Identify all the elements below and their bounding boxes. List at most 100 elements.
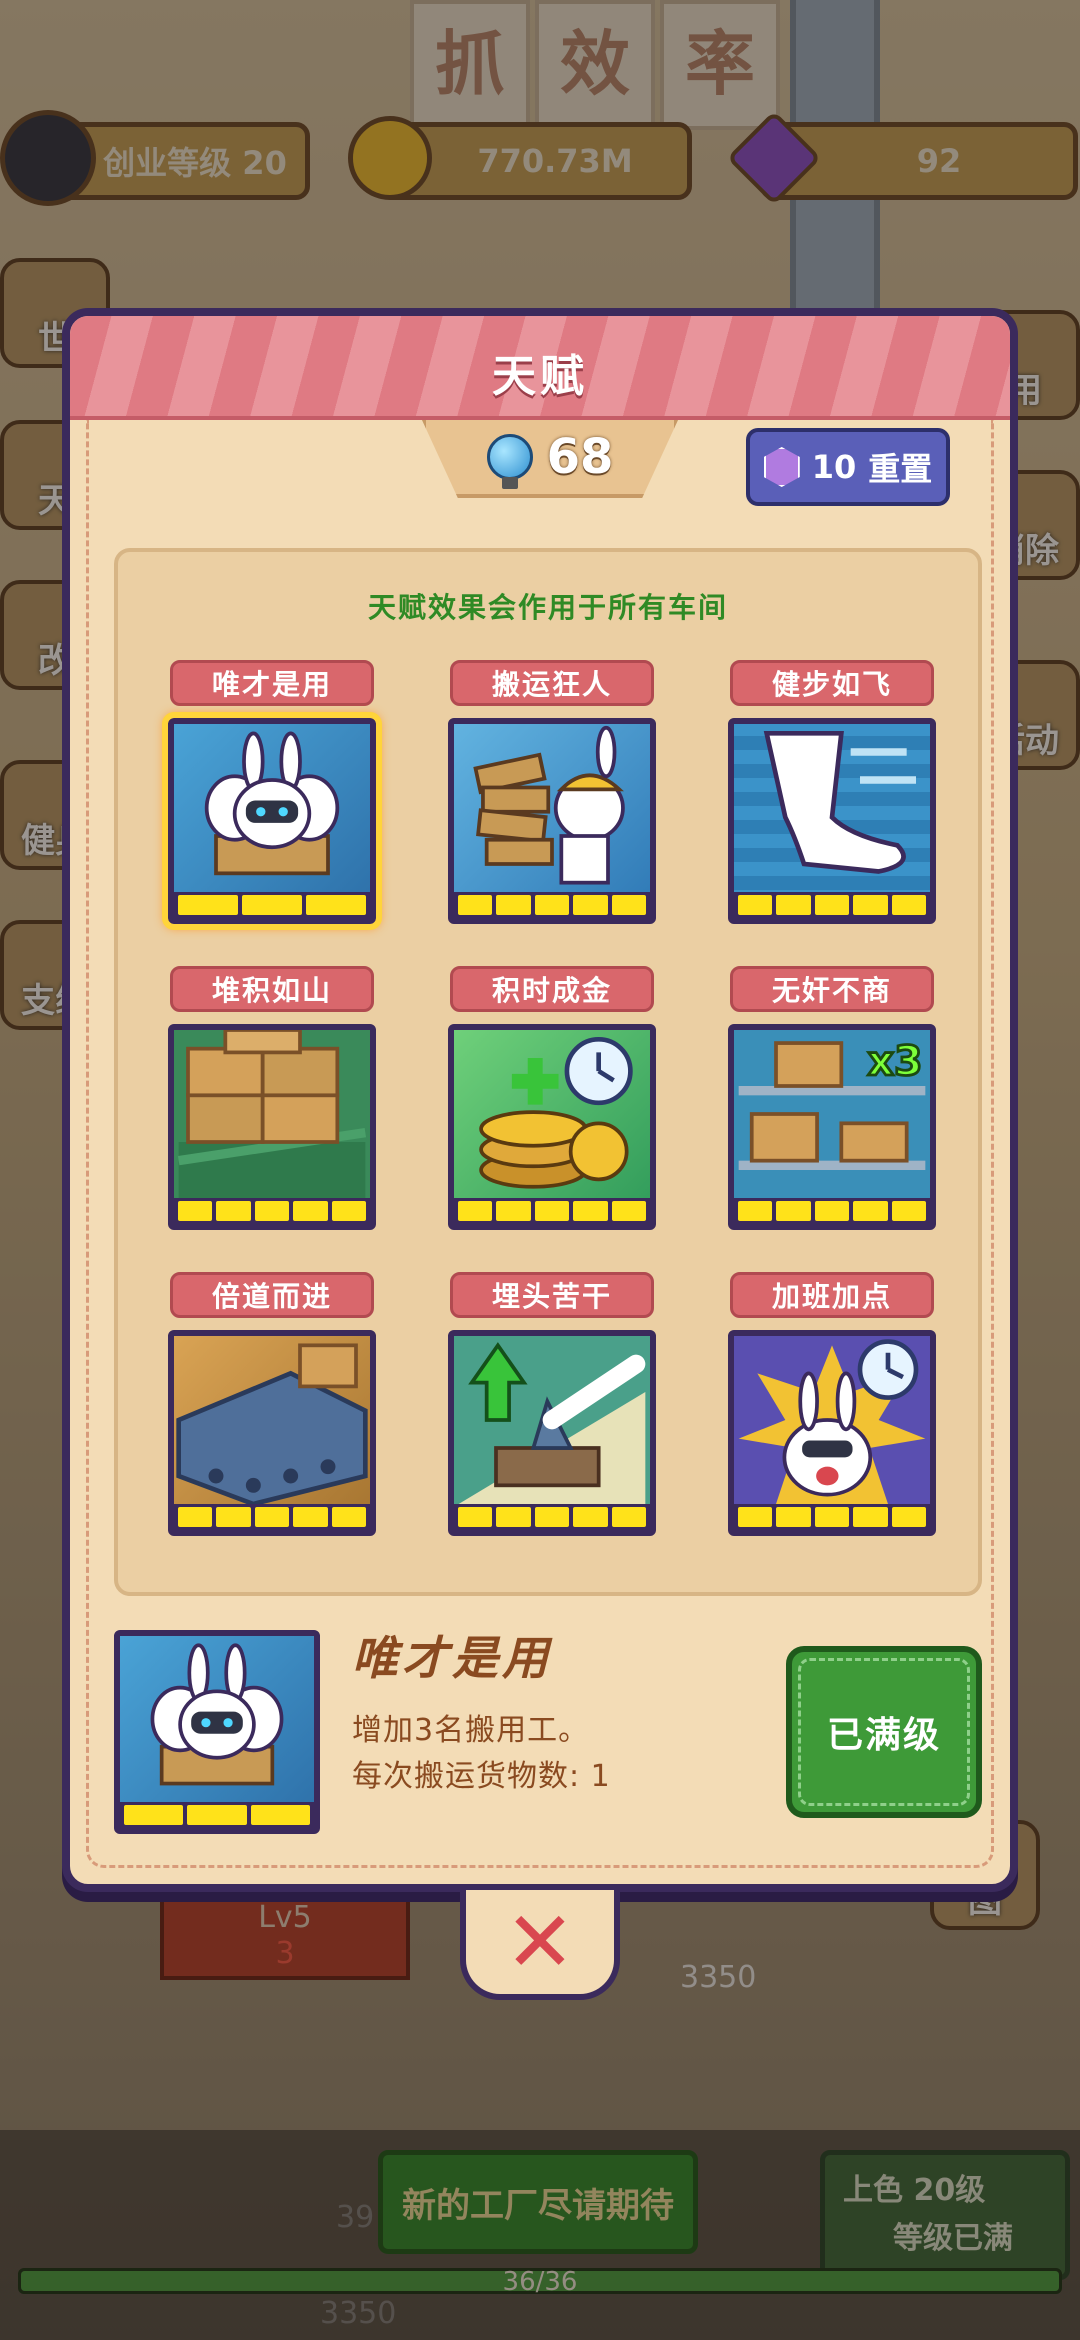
level-segment xyxy=(611,1507,647,1527)
level-bar xyxy=(174,1504,370,1530)
talent-card[interactable] xyxy=(168,1330,376,1536)
talent-label: 加班加点 xyxy=(730,1272,934,1318)
level-segment xyxy=(573,1507,608,1527)
max-level-button[interactable]: 已满级 xyxy=(786,1646,982,1818)
talent-card[interactable] xyxy=(448,718,656,924)
level-segment xyxy=(776,895,811,915)
level-segment xyxy=(891,895,927,915)
talent-note: 天赋效果会作用于所有车间 xyxy=(367,591,728,624)
level-segment xyxy=(853,1507,888,1527)
level-segment xyxy=(331,1507,367,1527)
level-segment xyxy=(611,1201,647,1221)
level-bar xyxy=(734,1504,930,1530)
lightbulb-icon xyxy=(486,434,533,489)
talent-item[interactable]: 埋头苦干 xyxy=(446,1272,658,1536)
talent-item[interactable]: 唯才是用 xyxy=(162,660,382,930)
level-segment xyxy=(573,895,608,915)
rabbit-robot-icon xyxy=(120,1636,314,1802)
x3-badge: x3 xyxy=(867,1037,922,1085)
level-segment xyxy=(216,1507,251,1527)
level-segment xyxy=(496,1201,531,1221)
level-segment xyxy=(891,1507,927,1527)
level-segment xyxy=(534,1507,570,1527)
talent-card[interactable] xyxy=(448,1024,656,1230)
level-bar xyxy=(120,1802,314,1828)
selected-talent-name: 唯才是用 xyxy=(352,1631,552,1685)
talent-item[interactable]: 倍道而进 xyxy=(166,1272,378,1536)
talent-points: 68 xyxy=(422,420,678,498)
level-segment xyxy=(306,895,366,915)
level-segment xyxy=(216,1201,251,1221)
level-segment xyxy=(853,1201,888,1221)
level-segment xyxy=(331,1201,367,1221)
talent-card[interactable] xyxy=(728,718,936,924)
level-segment xyxy=(293,1201,328,1221)
coins-clock-icon xyxy=(454,1030,650,1198)
reset-cost: 10 xyxy=(811,448,857,486)
level-segment xyxy=(496,1507,531,1527)
talent-card[interactable] xyxy=(168,1024,376,1230)
level-segment xyxy=(738,1507,773,1527)
level-segment xyxy=(776,1201,811,1221)
running-leg-icon xyxy=(734,724,930,892)
talent-item[interactable]: 健步如飞 xyxy=(726,660,938,924)
reset-button[interactable]: 10 重置 xyxy=(746,428,950,506)
level-segment xyxy=(293,1507,328,1527)
modal-title: 天赋 xyxy=(492,351,588,402)
talent-grid-panel: 天赋效果会作用于所有车间 唯才是用 搬运狂人 健步如飞 堆积如山 积时成金 无奸… xyxy=(114,548,982,1596)
talent-label: 健步如飞 xyxy=(730,660,934,706)
level-segment xyxy=(814,895,850,915)
level-segment xyxy=(738,1201,773,1221)
level-bar xyxy=(454,1198,650,1224)
reset-label: 重置 xyxy=(868,450,933,488)
talent-label: 倍道而进 xyxy=(170,1272,374,1318)
gem-icon xyxy=(763,447,800,487)
talent-card[interactable] xyxy=(448,1330,656,1536)
close-button[interactable]: ✕ xyxy=(460,1890,620,2000)
level-bar xyxy=(734,892,930,918)
level-segment xyxy=(458,895,493,915)
level-segment xyxy=(178,895,238,915)
talent-card[interactable] xyxy=(728,1330,936,1536)
level-segment xyxy=(178,1507,213,1527)
talent-item[interactable]: 无奸不商 x3 xyxy=(726,966,938,1230)
level-segment xyxy=(534,895,570,915)
level-segment xyxy=(814,1507,850,1527)
level-segment xyxy=(254,1201,290,1221)
level-bar xyxy=(454,892,650,918)
talent-item[interactable]: 加班加点 xyxy=(726,1272,938,1536)
shelf-boxes-icon: x3 xyxy=(734,1030,930,1198)
rabbit-clock-icon xyxy=(734,1336,930,1504)
level-segment xyxy=(891,1201,927,1221)
rabbit-robot-icon xyxy=(174,724,370,892)
talent-label: 搬运狂人 xyxy=(450,660,654,706)
lever-upgrade-icon xyxy=(454,1336,650,1504)
level-segment xyxy=(458,1507,493,1527)
level-segment xyxy=(178,1201,213,1221)
talent-card[interactable] xyxy=(162,712,382,930)
level-segment xyxy=(242,895,302,915)
close-icon: ✕ xyxy=(504,1893,576,1991)
level-bar xyxy=(174,892,370,918)
talent-card[interactable]: x3 xyxy=(728,1024,936,1230)
talent-modal: 天赋 68 10 重置 天赋效果会作用于所有车间 唯才是用 搬运狂人 健步如飞 … xyxy=(62,308,1018,1892)
level-segment xyxy=(254,1507,290,1527)
talent-points-value: 68 xyxy=(546,429,614,485)
description-line: 每次搬运货物数: 1 xyxy=(352,1759,611,1794)
selected-talent-card xyxy=(114,1630,320,1834)
talent-item[interactable]: 积时成金 xyxy=(446,966,658,1230)
level-segment xyxy=(496,895,531,915)
level-bar xyxy=(454,1504,650,1530)
talent-label: 唯才是用 xyxy=(170,660,374,706)
talent-item[interactable]: 搬运狂人 xyxy=(446,660,658,924)
level-segment xyxy=(738,895,773,915)
level-bar xyxy=(174,1198,370,1224)
level-segment xyxy=(124,1805,184,1825)
level-segment xyxy=(534,1201,570,1221)
modal-header: 天赋 xyxy=(70,316,1010,420)
level-segment xyxy=(814,1201,850,1221)
level-segment xyxy=(776,1507,811,1527)
level-segment xyxy=(250,1805,310,1825)
selected-talent-description: 增加3名搬用工。 每次搬运货物数: 1 xyxy=(352,1708,611,1800)
talent-item[interactable]: 堆积如山 xyxy=(166,966,378,1230)
